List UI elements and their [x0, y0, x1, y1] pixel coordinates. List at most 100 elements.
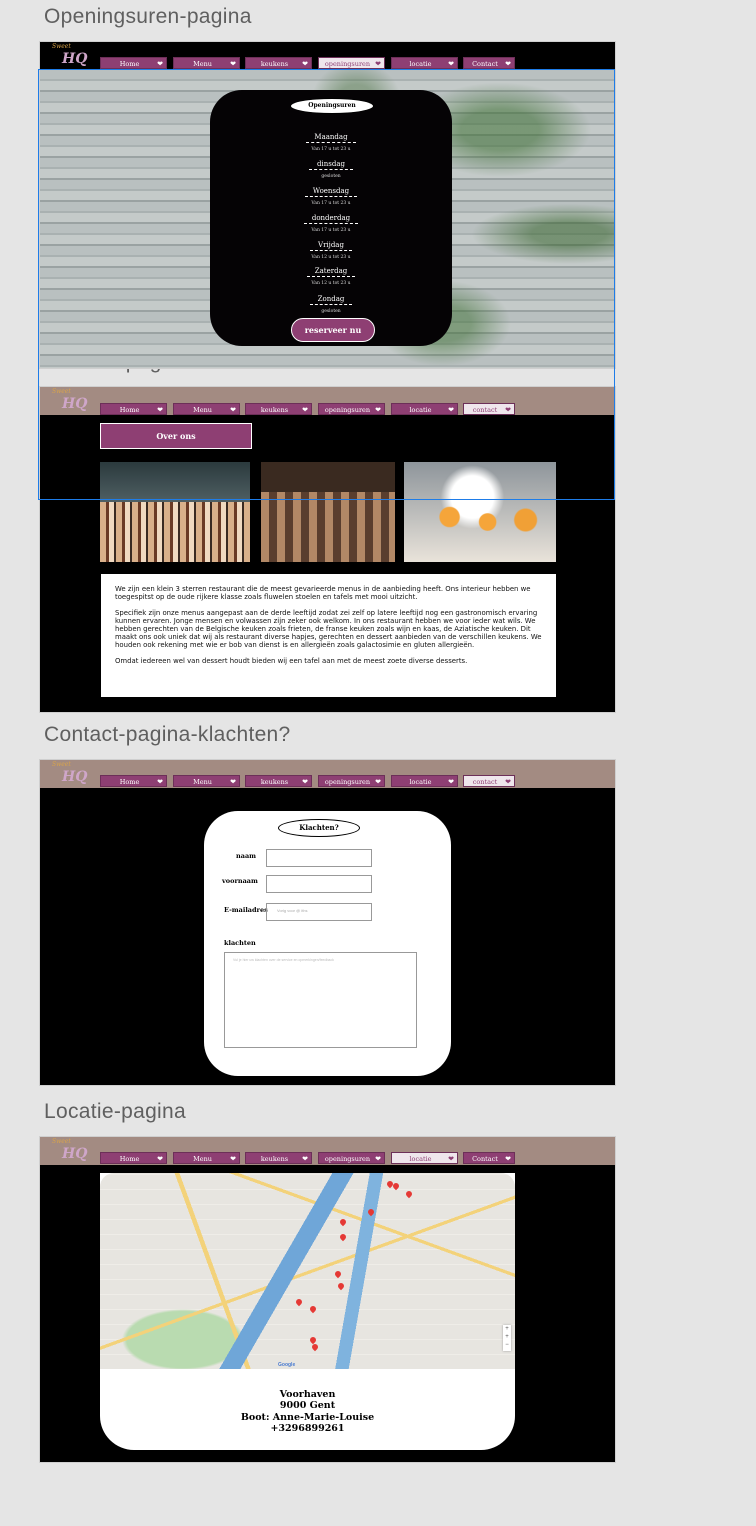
- nav-menu[interactable]: Menu ❤: [173, 775, 240, 787]
- about-paragraph: Omdat iedereen wel van dessert houdt bie…: [115, 657, 468, 665]
- map-pin-icon[interactable]: [404, 1189, 414, 1199]
- map-pin-icon[interactable]: [391, 1181, 401, 1191]
- nav-keukens[interactable]: keukens ❤: [245, 775, 312, 787]
- artboard-klachten[interactable]: Sweet HQ Home ❤ Menu ❤ keukens ❤ openingsur…: [39, 759, 616, 1086]
- google-map[interactable]: + + − Google: [100, 1173, 515, 1369]
- nav-label: locatie: [409, 60, 432, 68]
- nav-home[interactable]: Home ❤: [100, 57, 167, 69]
- nav-menu[interactable]: Menu ❤: [173, 57, 240, 69]
- day-row: Zondag gesloten: [210, 286, 452, 314]
- chevron-down-icon: ❤: [448, 60, 454, 68]
- chevron-down-icon: ❤: [157, 60, 163, 68]
- map-pin-icon[interactable]: [366, 1207, 376, 1217]
- map-pin-icon[interactable]: [338, 1232, 348, 1242]
- day-row: donderdag Van 17 u tot 23 u: [210, 205, 452, 233]
- nav-label: keukens: [260, 1155, 289, 1163]
- chevron-down-icon: ❤: [505, 778, 511, 786]
- nav-locatie[interactable]: locatie ❤: [391, 403, 458, 415]
- artboard-locatie[interactable]: Sweet HQ Home ❤ Menu ❤ keukens ❤ openingsur…: [39, 1136, 616, 1463]
- day-name: Woensdag: [304, 187, 358, 197]
- nav-contact[interactable]: contact ❤: [463, 403, 515, 415]
- artboard-openingsuren[interactable]: Sweet HQ Home ❤ Menu ❤ keukens ❤ openingsur…: [39, 41, 616, 369]
- nav-keukens[interactable]: keukens ❤: [245, 57, 312, 69]
- nav-locatie[interactable]: locatie ❤: [391, 1152, 458, 1164]
- logo-mark: HQ: [62, 51, 88, 67]
- map-zoom-control[interactable]: + + −: [503, 1325, 511, 1351]
- chef-plating-photo: [404, 462, 556, 562]
- artboard-over-ons[interactable]: Sweet HQ Home ❤ Menu ❤ keukens ❤ openingsur…: [39, 386, 616, 713]
- day-row: Vrijdag Van 12 u tot 23 u: [210, 232, 452, 260]
- complaints-title: Klachten?: [278, 819, 360, 837]
- nav-openingsuren[interactable]: openingsuren ❤: [318, 1152, 385, 1164]
- logo-text: Sweet: [52, 43, 71, 50]
- nav-label: openingsuren: [324, 60, 371, 68]
- nav-keukens[interactable]: keukens ❤: [245, 403, 312, 415]
- complaints-textarea[interactable]: Vul je hier uw klachten over de service …: [224, 952, 417, 1048]
- nav-label: Contact: [472, 60, 498, 68]
- day-name: Maandag: [306, 133, 356, 143]
- day-name: dinsdag: [309, 160, 353, 170]
- address-line: Boot: Anne-Marie-Louise: [240, 1412, 375, 1423]
- map-pin-icon[interactable]: [333, 1269, 343, 1279]
- map-pin-icon[interactable]: [310, 1342, 320, 1352]
- nav-label: Home: [119, 778, 140, 786]
- logo-mark: HQ: [62, 1146, 88, 1162]
- nav-keukens[interactable]: keukens ❤: [245, 1152, 312, 1164]
- voornaam-field[interactable]: [266, 875, 372, 893]
- nav-label: Home: [119, 406, 140, 414]
- google-attribution: Google: [278, 1362, 296, 1368]
- nav-label: locatie: [409, 406, 432, 414]
- logo-text: Sweet: [52, 1138, 71, 1145]
- chevron-down-icon: ❤: [302, 60, 308, 68]
- day-row: Zaterdag Van 12 u tot 23 u: [210, 258, 452, 286]
- about-us-button[interactable]: Over ons: [100, 423, 252, 449]
- nav-label: Contact: [472, 1155, 498, 1163]
- chevron-down-icon: ❤: [505, 1155, 511, 1163]
- nav-contact[interactable]: Contact ❤: [463, 57, 515, 69]
- logo-mark: HQ: [62, 396, 88, 412]
- nav-label: Home: [119, 60, 140, 68]
- day-name: Zaterdag: [306, 267, 356, 277]
- map-pin-icon[interactable]: [308, 1304, 318, 1314]
- artboard-title-locatie: Locatie-pagina: [44, 1100, 186, 1123]
- opening-hours-card: Openingsuren Maandag Van 17 u tot 23 u di…: [210, 90, 452, 346]
- nav-openingsuren[interactable]: openingsuren ❤: [318, 57, 385, 69]
- logo[interactable]: Sweet HQ: [48, 388, 88, 414]
- navbar: Sweet HQ Home ❤ Menu ❤ keukens ❤ openingsur…: [40, 1137, 615, 1165]
- map-pin-icon[interactable]: [294, 1297, 304, 1307]
- nav-label: locatie: [409, 1155, 432, 1163]
- nav-menu[interactable]: Menu ❤: [173, 403, 240, 415]
- nav-menu[interactable]: Menu ❤: [173, 1152, 240, 1164]
- nav-label: keukens: [260, 406, 289, 414]
- map-pin-icon[interactable]: [336, 1281, 346, 1291]
- klachten-label: klachten: [224, 939, 256, 947]
- nav-locatie[interactable]: locatie ❤: [391, 57, 458, 69]
- map-pin-icon[interactable]: [338, 1217, 348, 1227]
- logo[interactable]: Sweet HQ: [48, 761, 88, 787]
- nav-label: contact: [472, 778, 498, 786]
- location-card: + + − Google Voorhaven 9000 Gent Boot: Ann…: [100, 1173, 515, 1450]
- nav-locatie[interactable]: locatie ❤: [391, 775, 458, 787]
- complaints-form-card: Klachten? naam voornaam E-mailadres Vori…: [204, 811, 451, 1076]
- email-field[interactable]: Vorig voor @ iths: [266, 903, 372, 921]
- pastry-display-photo: [100, 462, 250, 562]
- nav-contact[interactable]: Contact ❤: [463, 1152, 515, 1164]
- nav-label: openingsuren: [324, 778, 371, 786]
- nav-contact[interactable]: contact ❤: [463, 775, 515, 787]
- nav-openingsuren[interactable]: openingsuren ❤: [318, 775, 385, 787]
- logo[interactable]: Sweet HQ: [48, 43, 88, 69]
- navbar: Sweet HQ Home ❤ Menu ❤ keukens ❤ openingsur…: [40, 42, 615, 70]
- nav-home[interactable]: Home ❤: [100, 403, 167, 415]
- navbar: Sweet HQ Home ❤ Menu ❤ keukens ❤ openingsur…: [40, 760, 615, 788]
- nav-home[interactable]: Home ❤: [100, 1152, 167, 1164]
- naam-field[interactable]: [266, 849, 372, 867]
- day-name: Zondag: [309, 295, 353, 305]
- reserve-button[interactable]: reserveer nu: [291, 318, 375, 342]
- email-label: E-mailadres: [224, 906, 268, 914]
- nav-home[interactable]: Home ❤: [100, 775, 167, 787]
- nav-openingsuren[interactable]: openingsuren ❤: [318, 403, 385, 415]
- chevron-down-icon: ❤: [448, 406, 454, 414]
- day-row: dinsdag gesloten: [210, 151, 452, 179]
- logo[interactable]: Sweet HQ: [48, 1138, 88, 1164]
- chevron-down-icon: ❤: [375, 406, 381, 414]
